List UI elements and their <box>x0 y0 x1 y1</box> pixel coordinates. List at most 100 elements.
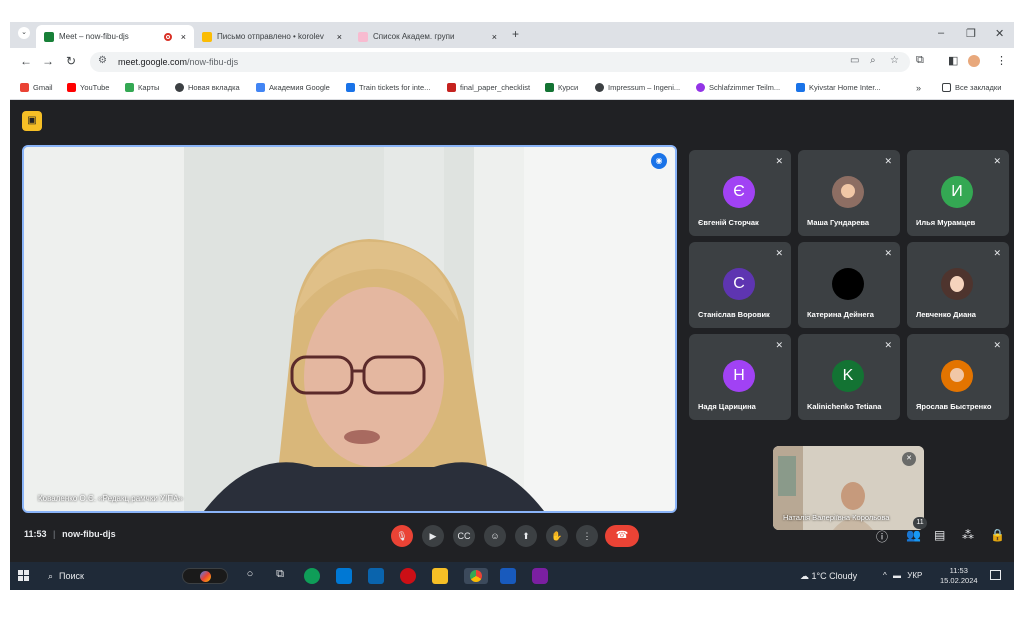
bookmark-youtube[interactable]: YouTube <box>67 83 109 92</box>
self-view-tile[interactable]: ✕ Наталія Валеріївна Корольова <box>773 446 924 530</box>
chrome-icon[interactable] <box>464 568 488 584</box>
all-bookmarks-button[interactable]: Все закладки <box>942 83 1001 92</box>
present-screen-button[interactable]: ⬆ <box>515 525 537 547</box>
more-bookmarks-button[interactable]: » <box>916 83 921 93</box>
bookmark-star-icon[interactable]: ☆ <box>890 55 899 66</box>
host-controls-icon[interactable]: 🔒 <box>990 528 1005 542</box>
bookmark-train-tickets[interactable]: Train tickets for inte... <box>346 83 430 92</box>
side-panel-icon[interactable]: ◧ <box>948 54 958 67</box>
windows-taskbar: ⌕ Поиск ○ ⧉ ☁ 1°C Cloudy ^ ▬ УКР 11:53 1… <box>10 562 1014 590</box>
site-settings-icon[interactable]: ⚙ <box>98 55 107 66</box>
tab-search-chevron-icon[interactable]: ⌄ <box>18 27 30 39</box>
end-call-button[interactable]: ☎ <box>605 525 639 547</box>
cortana-icon[interactable]: ○ <box>242 568 258 584</box>
reactions-button[interactable]: ☺ <box>484 525 506 547</box>
meeting-time-code: 11:53 | now-fibu-djs <box>24 529 116 539</box>
bookmark-schlafzimmer[interactable]: Schlafzimmer Teilm... <box>696 83 780 92</box>
mail-icon[interactable] <box>368 568 384 584</box>
speaker-video <box>24 147 675 511</box>
zoom-icon[interactable]: ⌕ <box>870 55 876 66</box>
close-tab-icon[interactable]: × <box>492 32 497 42</box>
system-tray[interactable]: ^ ▬ УКР <box>883 571 922 580</box>
participant-name: Илья Мурамцев <box>916 218 976 227</box>
avatar: И <box>941 176 973 208</box>
camera-in-use-icon[interactable]: ▭ <box>850 55 859 66</box>
search-icon: ⌕ <box>48 570 54 581</box>
mic-off-icon: ✕ <box>775 340 783 350</box>
participant-tile[interactable]: ✕ И Илья Мурамцев <box>907 150 1009 236</box>
notifications-icon[interactable] <box>990 570 1001 580</box>
bookmark-impressum[interactable]: Impressum – Ingeni... <box>595 83 680 92</box>
close-tab-icon[interactable]: × <box>181 32 186 42</box>
participant-tile[interactable]: ✕ Маша Гундарева <box>798 150 900 236</box>
tab-group-list[interactable]: Список Академ. групи × <box>350 25 505 48</box>
edge-icon[interactable] <box>304 568 320 584</box>
participant-tile[interactable]: ✕ K Kalinichenko Tetiana <box>798 334 900 420</box>
bookmark-label: Новая вкладка <box>188 83 240 92</box>
participant-tile[interactable]: ✕ Ярослав Быстренко <box>907 334 1009 420</box>
participant-tile[interactable]: ✕ Н Надя Царицина <box>689 334 791 420</box>
main-speaker-name: Коваленко О.Є. «Редакц рамчки УІПА» <box>38 494 183 503</box>
avatar: С <box>723 268 755 300</box>
meeting-details-icon[interactable]: ⓘ <box>876 528 888 545</box>
taskbar-search[interactable]: ⌕ Поиск <box>48 568 178 584</box>
meeting-code: now-fibu-djs <box>62 529 116 539</box>
taskbar-clock[interactable]: 11:53 15.02.2024 <box>940 566 978 586</box>
minimize-icon[interactable]: – <box>938 27 944 39</box>
tab-label: Письмо отправлено • korolev <box>217 32 324 41</box>
camera-toggle-button[interactable]: ▶ <box>422 525 444 547</box>
task-view-icon[interactable]: ⧉ <box>272 568 288 584</box>
windows-start-icon[interactable] <box>18 570 30 582</box>
profile-avatar[interactable] <box>968 55 980 67</box>
bookmark-label: Train tickets for inte... <box>359 83 431 92</box>
google-icon <box>256 83 265 92</box>
bookmark-kyivstar[interactable]: Kyivstar Home Inter... <box>796 83 881 92</box>
reload-icon[interactable]: ↻ <box>66 54 76 68</box>
people-icon[interactable]: 👥 <box>906 528 921 542</box>
meeting-info-badge-icon[interactable]: ▣ <box>22 111 42 131</box>
opera-icon[interactable] <box>400 568 416 584</box>
bookmark-label: Kyivstar Home Inter... <box>809 83 881 92</box>
mic-toggle-button[interactable]: 🎙 <box>391 525 413 547</box>
weather-text: 1°C Cloudy <box>811 571 858 581</box>
tab-meet[interactable]: Meet – now-fibu-djs × <box>36 25 194 48</box>
participant-tile[interactable]: ✕ Левченко Диана <box>907 242 1009 328</box>
file-explorer-icon[interactable] <box>432 568 448 584</box>
bookmark-label: Академия Google <box>269 83 330 92</box>
bookmark-google-academy[interactable]: Академия Google <box>256 83 330 92</box>
participant-tile[interactable]: ✕ С Станіслав Воровик <box>689 242 791 328</box>
bookmark-gmail[interactable]: Gmail <box>20 83 53 92</box>
viber-icon[interactable] <box>532 568 548 584</box>
mic-off-icon: ✕ <box>884 248 892 258</box>
raise-hand-button[interactable]: ✋ <box>546 525 568 547</box>
bookmark-new-tab[interactable]: Новая вкладка <box>175 83 240 92</box>
chat-icon[interactable]: ▤ <box>934 528 945 542</box>
avatar: Є <box>723 176 755 208</box>
url-input[interactable]: ⚙ meet.google.com/now-fibu-djs ▭ ⌕ ☆ <box>90 52 910 72</box>
forward-arrow-icon[interactable]: → <box>42 54 54 68</box>
weather-widget[interactable]: ☁ 1°C Cloudy <box>800 571 857 582</box>
widgets-icon[interactable] <box>182 568 228 584</box>
back-arrow-icon[interactable]: ← <box>20 54 32 68</box>
menu-kebab-icon[interactable]: ⋮ <box>996 54 1007 67</box>
extensions-icon[interactable]: ⧉ <box>916 54 924 67</box>
captions-button[interactable]: CC <box>453 525 475 547</box>
tab-mail[interactable]: Письмо отправлено • korolev × <box>194 25 350 48</box>
bookmark-courses[interactable]: Курси <box>545 83 578 92</box>
close-window-icon[interactable]: ✕ <box>995 27 1004 40</box>
cloud-icon: ☁ <box>800 571 809 581</box>
main-speaker-tile[interactable]: ◉ Коваленко О.Є. «Редакц рамчки УІПА» <box>22 145 677 513</box>
participant-tile[interactable]: ✕ Катерина Дейнега <box>798 242 900 328</box>
bookmark-maps[interactable]: Карты <box>125 83 159 92</box>
activities-icon[interactable]: ⁂ <box>962 528 974 542</box>
store-icon[interactable] <box>336 568 352 584</box>
address-bar-row: ← → ↻ ⚙ meet.google.com/now-fibu-djs ▭ ⌕… <box>10 48 1014 76</box>
new-tab-button[interactable]: + <box>512 27 519 41</box>
bookmark-label: Карты <box>138 83 160 92</box>
close-tab-icon[interactable]: × <box>337 32 342 42</box>
more-options-button[interactable]: ⋮ <box>576 525 598 547</box>
maximize-icon[interactable]: ❐ <box>966 27 976 40</box>
word-icon[interactable] <box>500 568 516 584</box>
bookmark-final-paper[interactable]: final_paper_checklist <box>447 83 530 92</box>
participant-tile[interactable]: ✕ Є Євгеній Сторчак <box>689 150 791 236</box>
